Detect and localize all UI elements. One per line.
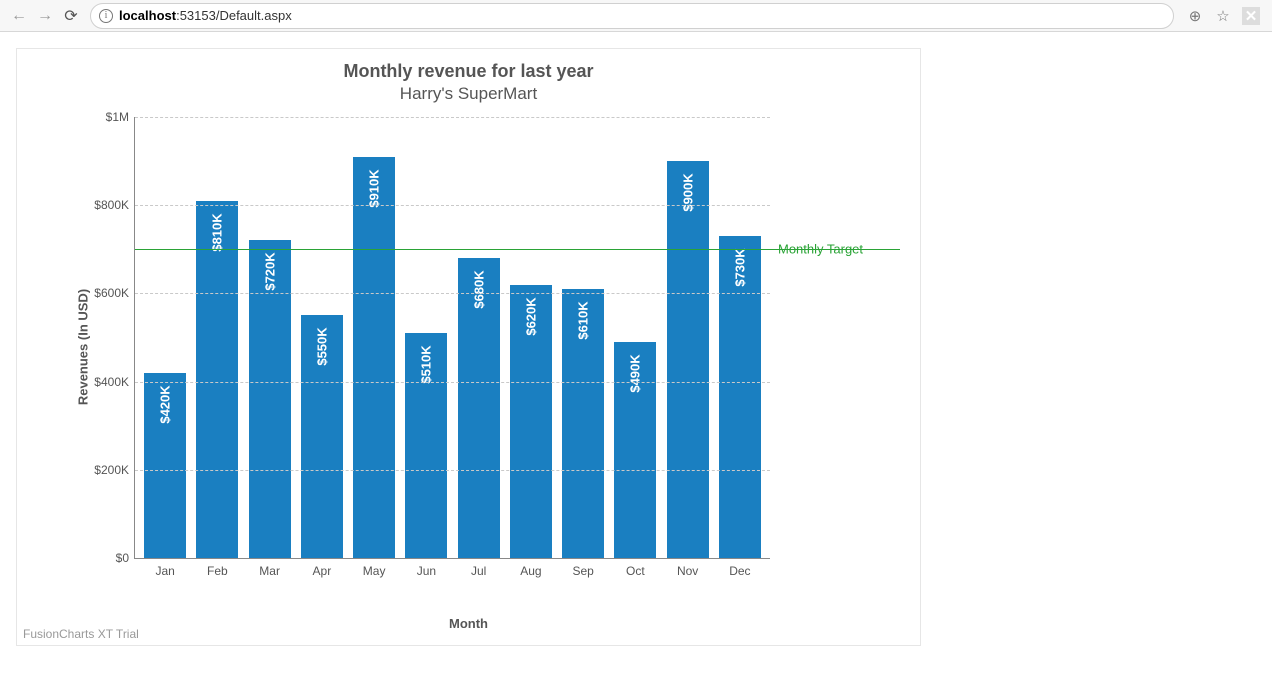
bar-slot: $910KMay (348, 117, 400, 558)
x-tick-label: Jun (417, 558, 436, 578)
x-tick-label: Sep (572, 558, 593, 578)
x-tick-label: Dec (729, 558, 750, 578)
x-tick-label: Nov (677, 558, 698, 578)
pdf-extension-icon[interactable]: ✕ (1242, 7, 1260, 25)
zoom-icon[interactable]: ⊕ (1186, 7, 1204, 25)
forward-button[interactable]: → (32, 3, 58, 29)
bar-slot: $610KSep (557, 117, 609, 558)
bar-jan[interactable]: $420K (144, 373, 186, 558)
bar-value-label: $910K (367, 169, 382, 207)
bar-value-label: $420K (158, 385, 173, 423)
chart-container: Monthly revenue for last year Harry's Su… (16, 48, 921, 646)
x-tick-label: Feb (207, 558, 228, 578)
x-tick-label: Apr (313, 558, 332, 578)
bar-feb[interactable]: $810K (196, 201, 238, 558)
bar-slot: $550KApr (296, 117, 348, 558)
y-tick-label: $0 (116, 551, 135, 565)
bar-value-label: $620K (523, 297, 538, 335)
bar-slot: $490KOct (609, 117, 661, 558)
bar-slot: $620KAug (505, 117, 557, 558)
y-tick-label: $800K (94, 198, 135, 212)
bar-value-label: $810K (210, 213, 225, 251)
x-tick-label: Aug (520, 558, 541, 578)
bar-slot: $720KMar (244, 117, 296, 558)
bar-nov[interactable]: $900K (667, 161, 709, 558)
bar-value-label: $680K (471, 270, 486, 308)
bar-jul[interactable]: $680K (458, 258, 500, 558)
bookmark-star-icon[interactable]: ☆ (1214, 7, 1232, 25)
bar-slot: $420KJan (139, 117, 191, 558)
address-bar[interactable]: i localhost:53153/Default.aspx (90, 3, 1174, 29)
plot-area: $420KJan$810KFeb$720KMar$550KApr$910KMay… (72, 117, 900, 583)
gridline (135, 293, 770, 294)
site-info-icon[interactable]: i (99, 9, 113, 23)
reload-button[interactable]: ⟳ (58, 3, 84, 29)
x-tick-label: May (363, 558, 386, 578)
x-tick-label: Jul (471, 558, 486, 578)
bar-may[interactable]: $910K (353, 157, 395, 558)
bar-jun[interactable]: $510K (405, 333, 447, 558)
browser-toolbar: ← → ⟳ i localhost:53153/Default.aspx ⊕ ☆… (0, 0, 1272, 32)
bar-value-label: $490K (628, 354, 643, 392)
bar-oct[interactable]: $490K (614, 342, 656, 558)
bar-dec[interactable]: $730K (719, 236, 761, 558)
y-tick-label: $400K (94, 375, 135, 389)
page-content: Monthly revenue for last year Harry's Su… (0, 32, 1272, 646)
target-label: Monthly Target (778, 242, 863, 257)
bar-slot: $900KNov (662, 117, 714, 558)
gridline (135, 205, 770, 206)
chart-subtitle: Harry's SuperMart (17, 82, 920, 104)
x-axis-label: Month (17, 616, 920, 631)
bar-value-label: $510K (419, 345, 434, 383)
chart-title: Monthly revenue for last year (17, 49, 920, 82)
gridline (135, 470, 770, 471)
grid-area: $420KJan$810KFeb$720KMar$550KApr$910KMay… (134, 117, 770, 559)
bar-value-label: $550K (314, 328, 329, 366)
bars-row: $420KJan$810KFeb$720KMar$550KApr$910KMay… (135, 117, 770, 558)
bar-slot: $810KFeb (191, 117, 243, 558)
toolbar-right: ⊕ ☆ ✕ (1180, 7, 1266, 25)
chart-watermark: FusionCharts XT Trial (23, 627, 139, 641)
y-tick-label: $200K (94, 463, 135, 477)
bar-slot: $680KJul (453, 117, 505, 558)
bar-aug[interactable]: $620K (510, 285, 552, 558)
x-tick-label: Jan (155, 558, 174, 578)
bar-sep[interactable]: $610K (562, 289, 604, 558)
gridline (135, 382, 770, 383)
x-tick-label: Oct (626, 558, 645, 578)
gridline (135, 117, 770, 118)
back-button[interactable]: ← (6, 3, 32, 29)
y-tick-label: $1M (106, 110, 135, 124)
x-tick-label: Mar (259, 558, 280, 578)
url-text: localhost:53153/Default.aspx (119, 8, 292, 23)
bar-apr[interactable]: $550K (301, 315, 343, 558)
y-tick-label: $600K (94, 286, 135, 300)
bar-mar[interactable]: $720K (249, 240, 291, 558)
bar-value-label: $720K (262, 253, 277, 291)
bar-slot: $730KDec (714, 117, 766, 558)
bar-value-label: $730K (732, 248, 747, 286)
bar-slot: $510KJun (400, 117, 452, 558)
bar-value-label: $610K (576, 301, 591, 339)
